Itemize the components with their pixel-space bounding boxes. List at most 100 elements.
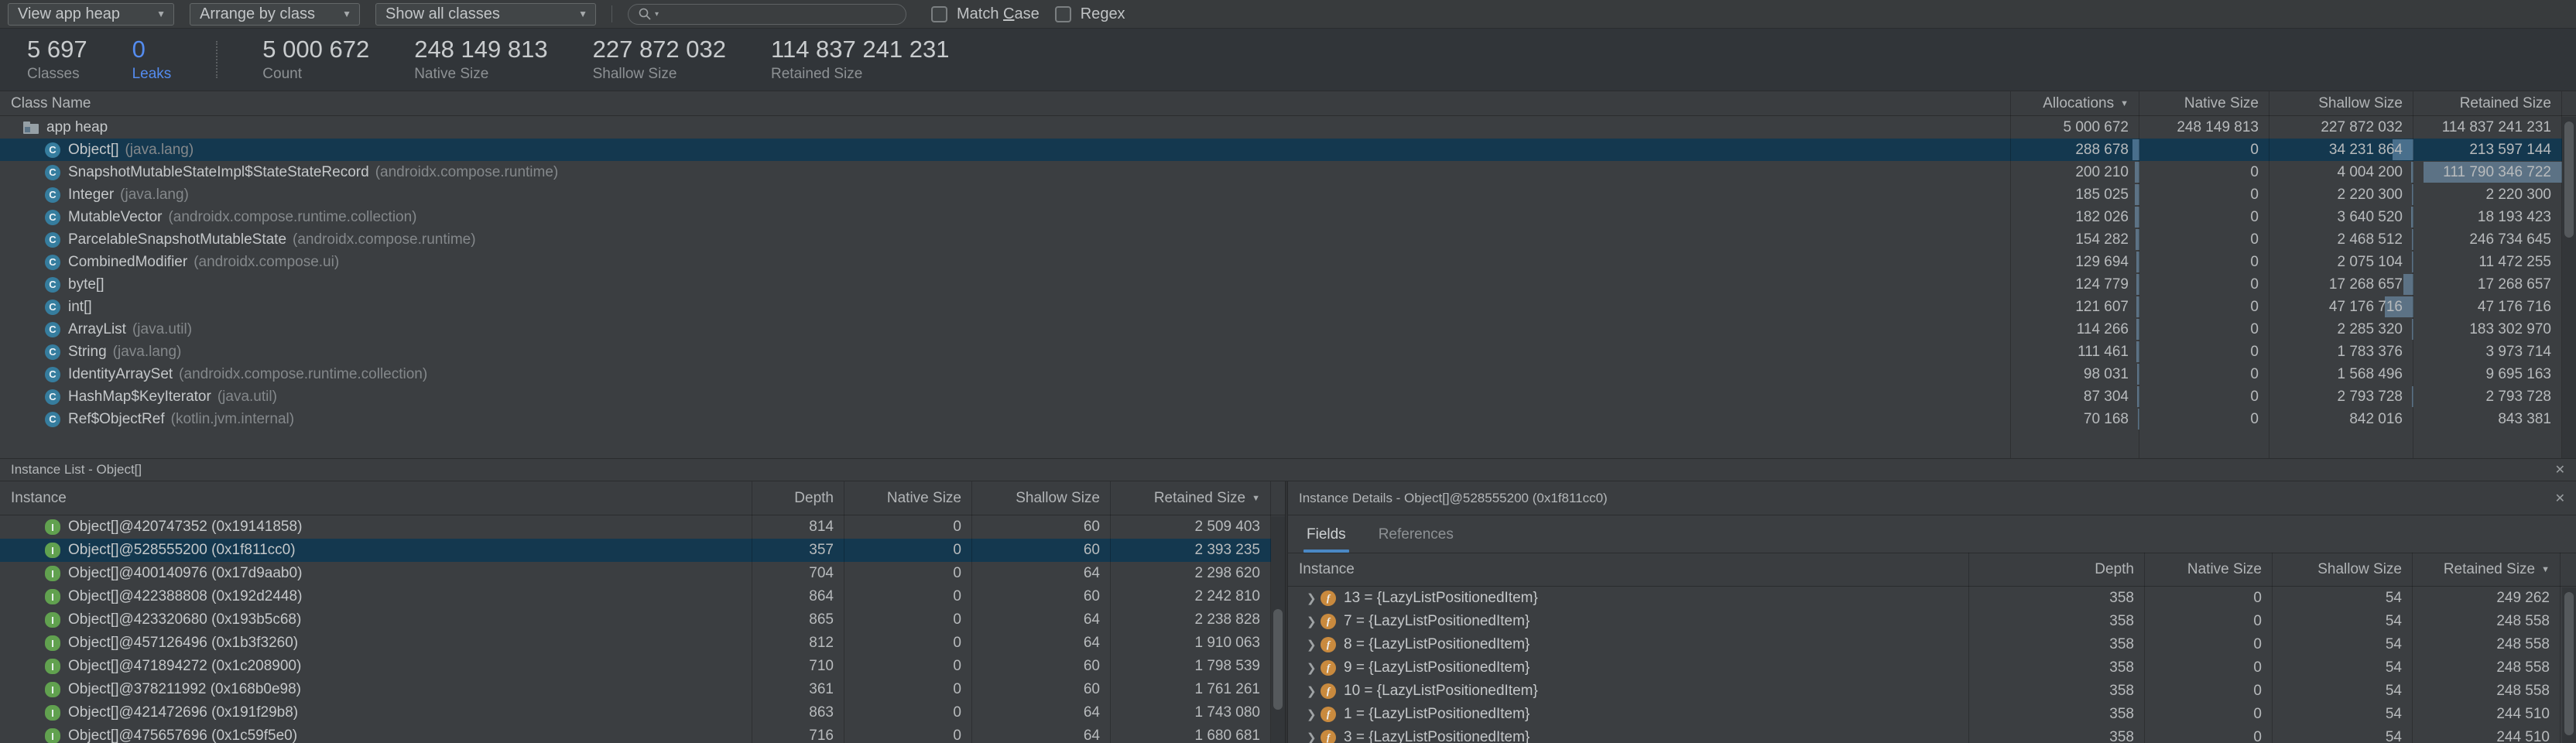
- column-divider: [1110, 481, 1111, 743]
- column-allocations[interactable]: Allocations▼: [2011, 91, 2139, 115]
- tab-fields[interactable]: Fields: [1305, 526, 1348, 553]
- column-shallow-size[interactable]: Shallow Size: [2269, 91, 2413, 115]
- native-size-cell: 0: [2139, 183, 2269, 206]
- column-native-size[interactable]: Native Size: [844, 481, 972, 515]
- stat-leaks[interactable]: 0Leaks: [132, 36, 172, 83]
- expand-chevron-icon[interactable]: ❯: [1307, 615, 1321, 628]
- depth-cell: 358: [1969, 587, 2145, 610]
- heap-root-row[interactable]: app heap 5 000 672 248 149 813 227 872 0…: [0, 116, 2576, 139]
- instance-row[interactable]: I Object[]@400140976 (0x17d9aab0) 704 0 …: [0, 562, 1285, 585]
- search-options-caret-icon[interactable]: ▾: [655, 10, 659, 19]
- shallow-size-cell: 2 793 728: [2269, 385, 2413, 408]
- retained-size-cell: 1 798 539: [1111, 655, 1271, 678]
- native-size-cell: 0: [2139, 273, 2269, 296]
- expand-chevron-icon[interactable]: ❯: [1307, 731, 1321, 743]
- class-row[interactable]: C Integer (java.lang) 185 025 0 2 220 30…: [0, 183, 2576, 206]
- native-size-cell: 0: [2145, 703, 2273, 726]
- expand-chevron-icon[interactable]: ❯: [1307, 638, 1321, 652]
- field-row[interactable]: ❯ f 3 = {LazyListPositionedItem} 358 0 5…: [1288, 726, 2576, 743]
- column-instance[interactable]: Instance: [1288, 553, 1969, 586]
- expand-chevron-icon[interactable]: ❯: [1307, 684, 1321, 698]
- shallow-size-cell: 47 176 716: [2269, 296, 2413, 318]
- column-instance[interactable]: Instance: [0, 481, 752, 515]
- instance-row[interactable]: I Object[]@378211992 (0x168b0e98) 361 0 …: [0, 678, 1285, 701]
- class-row[interactable]: C HashMap$KeyIterator (java.util) 87 304…: [0, 385, 2576, 408]
- close-icon[interactable]: ✕: [2555, 491, 2565, 506]
- column-depth[interactable]: Depth: [1969, 553, 2145, 586]
- instance-icon: I: [45, 612, 60, 628]
- expand-chevron-icon[interactable]: ❯: [1307, 591, 1321, 605]
- class-row[interactable]: C Object[] (java.lang) 288 678 0 34 231 …: [0, 139, 2576, 161]
- instance-icon: I: [45, 519, 60, 535]
- column-depth[interactable]: Depth: [752, 481, 844, 515]
- native-size-cell: 0: [844, 539, 972, 562]
- column-retained-size[interactable]: Retained Size▼: [2413, 553, 2561, 586]
- class-icon: C: [45, 367, 60, 382]
- class-row[interactable]: C String (java.lang) 111 461 0 1 783 376…: [0, 341, 2576, 363]
- class-icon: C: [45, 255, 60, 270]
- class-row[interactable]: C Ref$ObjectRef (kotlin.jvm.internal) 70…: [0, 408, 2576, 430]
- instance-row[interactable]: I Object[]@423320680 (0x193b5c68) 865 0 …: [0, 608, 1285, 632]
- retained-size-cell: 11 472 255: [2413, 251, 2562, 273]
- class-filter-dropdown[interactable]: Show all classes ▼: [375, 3, 596, 26]
- native-size-cell: 0: [844, 724, 972, 743]
- scrollbar-thumb[interactable]: [1273, 609, 1283, 710]
- instance-row[interactable]: I Object[]@528555200 (0x1f811cc0) 357 0 …: [0, 539, 1285, 562]
- search-box[interactable]: ▾: [628, 4, 906, 25]
- field-row[interactable]: ❯ f 1 = {LazyListPositionedItem} 358 0 5…: [1288, 703, 2576, 726]
- class-name-cell: C Object[] (java.lang): [0, 139, 2011, 161]
- class-table-scrollbar[interactable]: [2562, 117, 2576, 458]
- class-row[interactable]: C ParcelableSnapshotMutableState (androi…: [0, 228, 2576, 251]
- native-size-cell: 0: [2139, 251, 2269, 273]
- instance-row[interactable]: I Object[]@422388808 (0x192d2448) 864 0 …: [0, 585, 1285, 608]
- tab-references[interactable]: References: [1377, 526, 1455, 553]
- field-row[interactable]: ❯ f 9 = {LazyListPositionedItem} 358 0 5…: [1288, 656, 2576, 680]
- expand-chevron-icon[interactable]: ❯: [1307, 707, 1321, 721]
- retained-size-cell: 1 743 080: [1111, 701, 1271, 724]
- class-name-cell: C Ref$ObjectRef (kotlin.jvm.internal): [0, 408, 2011, 430]
- instance-list-scrollbar[interactable]: [1271, 516, 1285, 743]
- instance-row[interactable]: I Object[]@457126496 (0x1b3f3260) 812 0 …: [0, 632, 1285, 655]
- allocations-cell: 5 000 672: [2011, 116, 2139, 139]
- instance-row[interactable]: I Object[]@475657696 (0x1c59f5e0) 716 0 …: [0, 724, 1285, 743]
- instance-details-titlebar: Instance Details - Object[]@528555200 (0…: [1288, 481, 2576, 515]
- class-row[interactable]: C ArrayList (java.util) 114 266 0 2 285 …: [0, 318, 2576, 341]
- match-case-checkbox[interactable]: Match Case: [931, 5, 1040, 23]
- retained-size-cell: 213 597 144: [2413, 139, 2562, 161]
- instance-row[interactable]: I Object[]@421472696 (0x191f29b8) 863 0 …: [0, 701, 1285, 724]
- arrange-by-dropdown[interactable]: Arrange by class ▼: [190, 3, 360, 26]
- instance-row[interactable]: I Object[]@420747352 (0x19141858) 814 0 …: [0, 515, 1285, 539]
- heap-folder-icon: [23, 122, 39, 134]
- field-row[interactable]: ❯ f 13 = {LazyListPositionedItem} 358 0 …: [1288, 587, 2576, 610]
- regex-checkbox[interactable]: Regex: [1055, 5, 1125, 23]
- shallow-size-cell: 3 640 520: [2269, 206, 2413, 228]
- field-row[interactable]: ❯ f 7 = {LazyListPositionedItem} 358 0 5…: [1288, 610, 2576, 633]
- instance-icon: I: [45, 659, 60, 674]
- column-retained-size[interactable]: Retained Size: [2413, 91, 2562, 115]
- class-row[interactable]: C CombinedModifier (androidx.compose.ui)…: [0, 251, 2576, 273]
- column-retained-size[interactable]: Retained Size▼: [1111, 481, 1271, 515]
- expand-chevron-icon[interactable]: ❯: [1307, 661, 1321, 675]
- scrollbar-thumb[interactable]: [2564, 592, 2574, 735]
- fields-table-scrollbar[interactable]: [2562, 587, 2576, 743]
- close-icon[interactable]: ✕: [2555, 462, 2565, 478]
- column-shallow-size[interactable]: Shallow Size: [972, 481, 1111, 515]
- column-native-size[interactable]: Native Size: [2145, 553, 2273, 586]
- class-row[interactable]: C SnapshotMutableStateImpl$StateStateRec…: [0, 161, 2576, 183]
- column-native-size[interactable]: Native Size: [2139, 91, 2269, 115]
- class-row[interactable]: C byte[] 124 779 0 17 268 657 17 268 657: [0, 273, 2576, 296]
- search-input[interactable]: [665, 5, 896, 22]
- scrollbar-thumb[interactable]: [2564, 122, 2574, 238]
- class-row[interactable]: C MutableVector (androidx.compose.runtim…: [0, 206, 2576, 228]
- package-name: (java.util): [218, 389, 277, 406]
- column-class-name[interactable]: Class Name: [0, 91, 2011, 115]
- field-row[interactable]: ❯ f 10 = {LazyListPositionedItem} 358 0 …: [1288, 680, 2576, 703]
- heap-scope-dropdown[interactable]: View app heap ▼: [8, 3, 174, 26]
- field-row[interactable]: ❯ f 8 = {LazyListPositionedItem} 358 0 5…: [1288, 633, 2576, 656]
- shallow-size-cell: 60: [972, 678, 1111, 701]
- column-shallow-size[interactable]: Shallow Size: [2273, 553, 2413, 586]
- native-size-cell: 0: [2139, 408, 2269, 430]
- instance-row[interactable]: I Object[]@471894272 (0x1c208900) 710 0 …: [0, 655, 1285, 678]
- class-row[interactable]: C IdentityArraySet (androidx.compose.run…: [0, 363, 2576, 385]
- class-row[interactable]: C int[] 121 607 0 47 176 716 47 176 716: [0, 296, 2576, 318]
